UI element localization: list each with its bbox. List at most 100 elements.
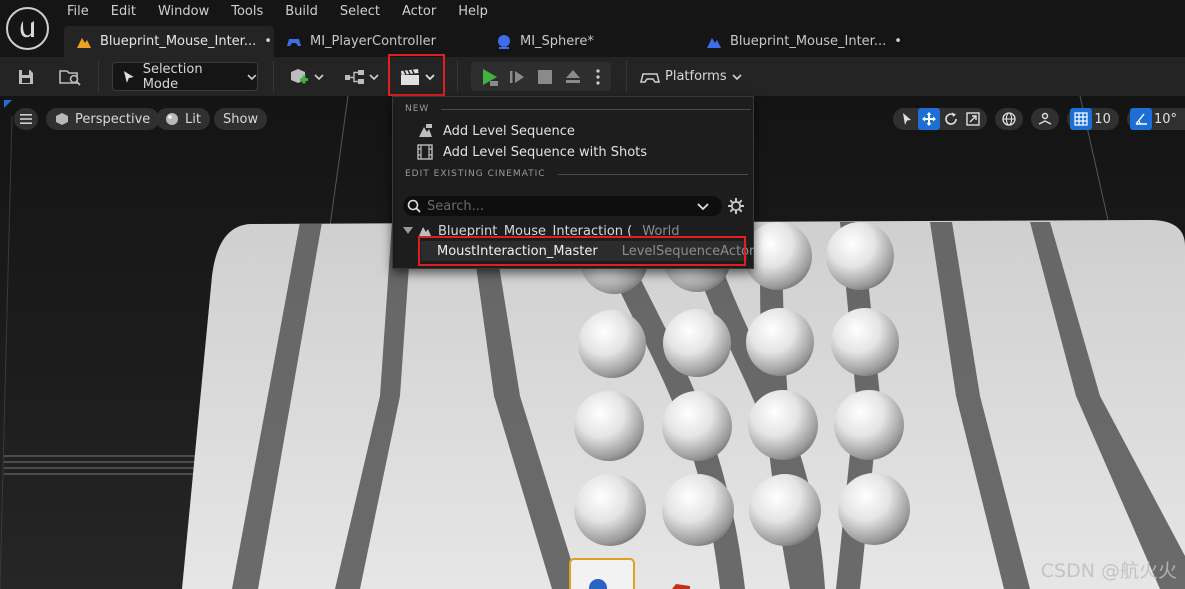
new-section-heading: NEW (405, 104, 752, 114)
rotate-icon (945, 112, 958, 125)
viewport-options-button[interactable] (14, 108, 38, 130)
scale-tool-button[interactable] (962, 108, 984, 130)
eject-icon (566, 69, 580, 83)
menu-window[interactable]: Window (147, 0, 220, 22)
step-forward-icon (510, 70, 524, 83)
scale-icon (966, 112, 981, 126)
grid-snap-value[interactable]: 10 (1092, 112, 1116, 127)
platforms-icon (640, 72, 660, 83)
add-actor-button[interactable] (286, 62, 326, 91)
menu-build[interactable]: Build (274, 0, 329, 22)
level-sequence-icon (419, 124, 432, 137)
grid-icon (1074, 112, 1089, 126)
level-icon (419, 227, 431, 236)
sequence-type: LevelSequenceActor (621, 243, 755, 259)
platforms-label: Platforms (665, 69, 727, 84)
chevron-down-icon (368, 73, 379, 80)
surface-snap-button[interactable] (1034, 108, 1056, 130)
chevron-down-icon[interactable] (697, 202, 709, 211)
tree-row-world[interactable]: Blueprint_Mouse_Interaction ( World (403, 221, 680, 241)
toolbar-separator (626, 61, 627, 92)
level-icon (77, 37, 91, 48)
more-vertical-icon (596, 68, 600, 85)
cinematics-dropdown-menu: NEW Add Level Sequence Add Level Sequenc… (392, 96, 754, 269)
cinematics-button[interactable] (392, 62, 442, 91)
save-button[interactable] (12, 62, 40, 91)
new-heading-label: NEW (405, 104, 430, 114)
edit-existing-heading-label: EDIT EXISTING CINEMATIC (405, 169, 546, 179)
gamepad-icon (287, 38, 301, 46)
show-button[interactable]: Show (214, 108, 268, 130)
play-controls (471, 62, 611, 91)
coordinate-space-group (995, 108, 1024, 130)
eject-button[interactable] (560, 62, 586, 91)
tab-label: MI_PlayerController (310, 34, 436, 49)
tab-modified-indicator: • (264, 34, 272, 49)
tab-mi-playercontroller[interactable]: MI_PlayerController (274, 26, 484, 57)
unreal-logo-icon[interactable] (6, 7, 49, 50)
grid-snap-group: 10 (1067, 108, 1119, 130)
menu-edit[interactable]: Edit (100, 0, 147, 22)
selection-mode-dropdown[interactable]: Selection Mode (112, 62, 258, 92)
selection-mode-icon (123, 70, 134, 83)
menu-select[interactable]: Select (329, 0, 391, 22)
menu-actor[interactable]: Actor (391, 0, 447, 22)
angle-icon (1135, 113, 1147, 125)
view-mode-button[interactable]: Lit (156, 108, 210, 130)
browse-button[interactable] (55, 62, 85, 91)
world-space-button[interactable] (998, 108, 1020, 130)
grid-snap-toggle[interactable] (1070, 108, 1093, 130)
stop-button[interactable] (532, 62, 558, 91)
lit-label: Lit (185, 111, 201, 127)
toolbar-separator (98, 61, 99, 92)
menu-help[interactable]: Help (447, 0, 499, 22)
perspective-cube-icon (56, 113, 68, 125)
rotation-snap-value[interactable]: 10° (1152, 112, 1182, 127)
rotation-snap-group: 10° (1126, 108, 1185, 130)
blueprints-button[interactable] (340, 62, 382, 91)
folder-search-icon (59, 69, 81, 86)
search-input[interactable] (427, 198, 687, 214)
translate-tool-button[interactable] (918, 108, 941, 130)
search-box[interactable] (403, 196, 722, 216)
toolbar-separator (273, 61, 274, 92)
rotate-tool-button[interactable] (940, 108, 962, 130)
select-tool-button[interactable] (896, 108, 918, 130)
tab-modified-indicator: • (894, 34, 902, 49)
add-level-sequence-label: Add Level Sequence (443, 123, 575, 139)
hamburger-icon (20, 114, 32, 124)
tab-label: Blueprint_Mouse_Inter... (100, 34, 257, 49)
tab-blueprint-mouse-interaction[interactable]: Blueprint_Mouse_Inter... • (64, 26, 274, 57)
rotation-snap-toggle[interactable] (1129, 108, 1152, 130)
gear-icon[interactable] (727, 197, 745, 215)
add-level-sequence-with-shots-item[interactable]: Add Level Sequence with Shots (417, 142, 647, 162)
advance-frame-button[interactable] (504, 62, 530, 91)
tab-blueprint-mouse-interaction-2[interactable]: Blueprint_Mouse_Inter... • (694, 26, 904, 57)
play-button[interactable] (475, 62, 503, 91)
world-name: Blueprint_Mouse_Interaction ( (438, 223, 633, 239)
blueprint-graph-icon (344, 69, 364, 84)
show-label: Show (223, 111, 259, 127)
menu-tools[interactable]: Tools (220, 0, 274, 22)
tab-label: Blueprint_Mouse_Inter... (730, 34, 887, 49)
play-options-button[interactable] (588, 62, 608, 91)
menu-bar: File Edit Window Tools Build Select Acto… (56, 0, 499, 22)
surface-snap-group (1031, 108, 1060, 130)
world-type: World (642, 223, 680, 239)
globe-icon (1002, 112, 1017, 126)
tree-expand-arrow-icon[interactable] (403, 227, 413, 235)
perspective-button[interactable]: Perspective (46, 108, 160, 130)
perspective-label: Perspective (75, 111, 151, 127)
chevron-down-icon (313, 73, 324, 80)
tree-row-level-sequence[interactable]: MoustInteraction_Master LevelSequenceAct… (421, 241, 754, 261)
platforms-dropdown[interactable]: Platforms (640, 62, 742, 91)
add-level-sequence-item[interactable]: Add Level Sequence (417, 121, 575, 141)
clapperboard-icon (401, 68, 419, 85)
main-toolbar: Selection Mode Platforms (0, 57, 1185, 96)
chevron-down-icon (732, 73, 742, 80)
tab-label: MI_Sphere (520, 34, 588, 49)
tab-modified-indicator: * (587, 34, 594, 49)
section-divider (557, 173, 748, 175)
tab-mi-sphere[interactable]: MI_Sphere * (484, 26, 694, 57)
menu-file[interactable]: File (56, 0, 100, 22)
